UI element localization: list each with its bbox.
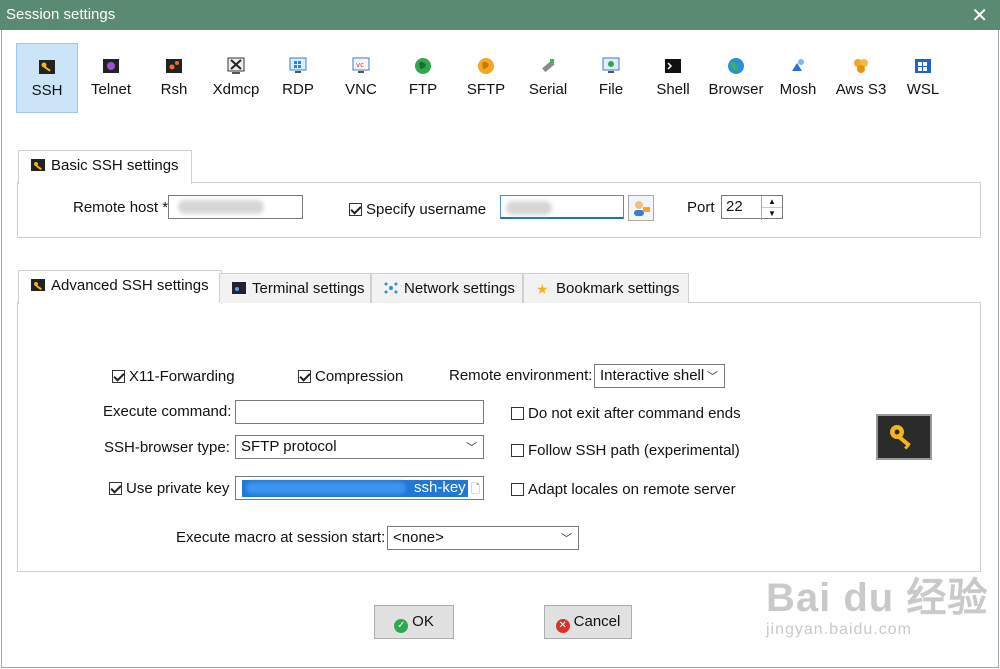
private-key-input[interactable]: ssh-key 🗋	[235, 476, 484, 500]
remote-environment-select[interactable]: Interactive shell ﹀	[594, 364, 725, 388]
session-type-shell[interactable]: Shell	[642, 43, 704, 113]
ok-button[interactable]: ✓ OK	[374, 605, 454, 639]
use-private-key-checkbox[interactable]: Use private key	[109, 480, 229, 497]
ssh-browser-type-label: SSH-browser type:	[104, 439, 230, 456]
remote-host-label: Remote host *	[73, 199, 169, 216]
file-browse-icon[interactable]: 🗋	[470, 480, 480, 501]
session-type-sftp[interactable]: SFTP	[455, 43, 517, 113]
session-type-rdp[interactable]: RDP	[267, 43, 329, 113]
tab-basic-ssh-settings[interactable]: Basic SSH settings	[18, 150, 192, 184]
file-icon	[602, 57, 620, 73]
session-type-serial[interactable]: Serial	[517, 43, 579, 113]
checkbox-box	[109, 482, 122, 495]
vnc-icon: vc	[352, 57, 370, 73]
redacted-key-path	[246, 482, 406, 494]
checkbox-box	[511, 483, 524, 496]
session-type-mosh[interactable]: Mosh	[767, 43, 829, 113]
redacted-username	[506, 201, 552, 215]
tab-network-settings[interactable]: Network settings	[371, 273, 523, 303]
compression-checkbox[interactable]: Compression	[298, 368, 403, 385]
private-key-value: ssh-key	[414, 479, 466, 496]
session-type-xdmcp[interactable]: Xdmcp	[205, 43, 267, 113]
shell-icon	[665, 59, 681, 73]
mosh-icon	[792, 59, 804, 71]
ssh-key-icon	[31, 152, 45, 171]
title-bar: Session settings ✕	[0, 0, 1000, 30]
tab-terminal-settings[interactable]: Terminal settings	[219, 273, 371, 303]
cancel-x-icon: ✕	[555, 619, 570, 633]
browser-icon	[728, 58, 744, 74]
key-icon	[890, 425, 911, 450]
baidu-watermark: Bai du 经验 jingyan.baidu.com	[766, 576, 989, 638]
session-type-ssh[interactable]: SSH	[16, 43, 78, 113]
session-type-rsh[interactable]: Rsh	[143, 43, 205, 113]
checkbox-box	[511, 444, 524, 457]
network-icon	[384, 275, 398, 294]
close-icon[interactable]: ✕	[971, 3, 988, 28]
session-type-browser[interactable]: Browser	[705, 43, 767, 113]
private-key-generator-button[interactable]	[876, 414, 932, 460]
ssh-key-icon	[31, 272, 45, 291]
xdmcp-icon	[227, 57, 245, 74]
telnet-icon	[103, 59, 119, 73]
cancel-button[interactable]: ✕ Cancel	[544, 605, 632, 639]
rdp-icon	[289, 57, 307, 73]
follow-ssh-path-checkbox[interactable]: Follow SSH path (experimental)	[511, 442, 740, 459]
wsl-icon	[915, 59, 931, 73]
star-icon: ★	[536, 281, 549, 297]
execute-macro-label: Execute macro at session start:	[176, 529, 386, 546]
chevron-down-icon: ﹀	[707, 371, 718, 383]
tab-advanced-ssh-settings[interactable]: Advanced SSH settings	[18, 270, 222, 304]
window-title: Session settings	[6, 6, 116, 23]
port-label: Port	[687, 199, 715, 216]
adapt-locales-checkbox[interactable]: Adapt locales on remote server	[511, 481, 736, 498]
checkbox-box	[112, 370, 125, 383]
aws-s3-icon	[854, 59, 868, 73]
session-type-vnc[interactable]: vc VNC	[330, 43, 392, 113]
checkbox-box	[298, 370, 311, 383]
ssh-key-icon	[39, 60, 55, 74]
serial-icon	[542, 59, 555, 73]
chevron-down-icon: ﹀	[561, 533, 572, 545]
session-type-ftp[interactable]: FTP	[392, 43, 454, 113]
port-spinner[interactable]: 22 ▲ ▼	[721, 195, 783, 220]
x11-forwarding-checkbox[interactable]: X11-Forwarding	[112, 368, 235, 385]
execute-command-input[interactable]	[235, 400, 484, 424]
port-spin-buttons: ▲ ▼	[761, 196, 782, 220]
session-type-wsl[interactable]: WSL	[892, 43, 954, 113]
session-type-aws-s3[interactable]: Aws S3	[830, 43, 892, 113]
execute-command-label: Execute command:	[103, 403, 232, 420]
checkbox-box	[349, 203, 362, 216]
redacted-host	[178, 200, 264, 214]
svg-text:vc: vc	[356, 61, 364, 69]
user-icon	[634, 201, 650, 216]
user-picker-button[interactable]	[628, 195, 654, 221]
do-not-exit-checkbox[interactable]: Do not exit after command ends	[511, 405, 741, 422]
remote-environment-label: Remote environment:	[449, 367, 593, 384]
session-type-file[interactable]: File	[580, 43, 642, 113]
spin-up-icon[interactable]: ▲	[762, 196, 782, 208]
sftp-icon	[478, 58, 494, 74]
spin-down-icon[interactable]: ▼	[762, 208, 782, 219]
execute-macro-select[interactable]: <none> ﹀	[387, 526, 579, 550]
check-icon: ✓	[394, 619, 409, 633]
terminal-icon	[232, 275, 246, 294]
tab-bookmark-settings[interactable]: ★ Bookmark settings	[523, 273, 689, 303]
checkbox-box	[511, 407, 524, 420]
session-type-telnet[interactable]: Telnet	[80, 43, 142, 113]
rsh-icon	[166, 59, 182, 73]
ssh-browser-type-select[interactable]: SFTP protocol ﹀	[235, 435, 484, 459]
specify-username-checkbox[interactable]: Specify username	[349, 201, 486, 218]
ftp-icon	[415, 58, 431, 74]
port-value: 22	[726, 198, 743, 215]
chevron-down-icon: ﹀	[466, 442, 477, 454]
